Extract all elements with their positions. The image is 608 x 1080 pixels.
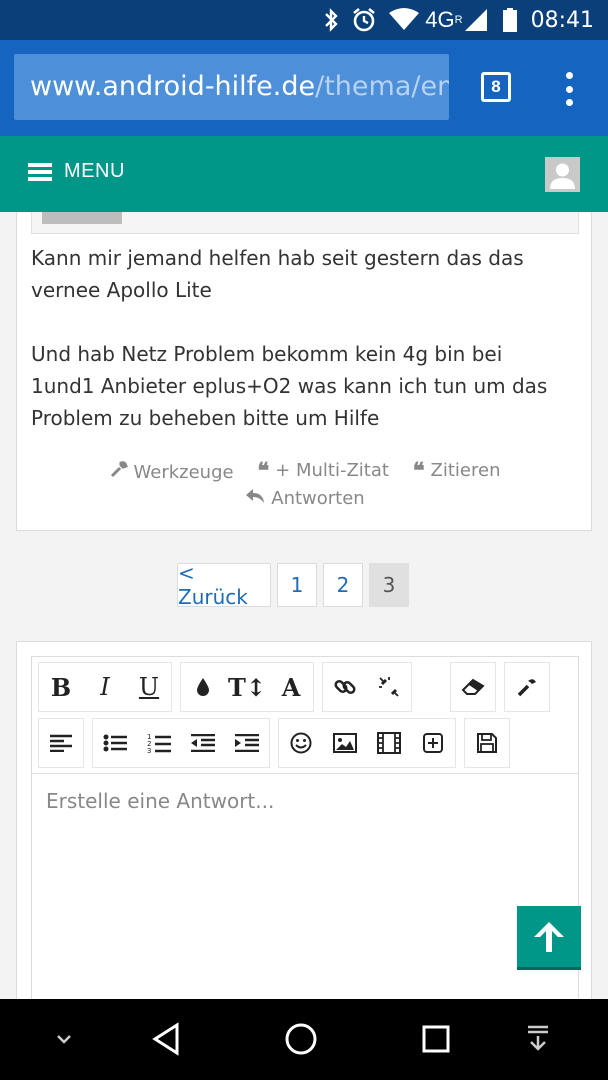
network-type: 4G R <box>425 7 463 32</box>
multi-quote-action[interactable]: ❝ + Multi-Zitat <box>257 458 389 484</box>
url-path: /thema/emp <box>315 71 449 102</box>
quote-icon: ❝ <box>257 458 270 484</box>
underline-button[interactable]: U <box>127 663 171 711</box>
home-icon[interactable] <box>281 1019 321 1059</box>
eraser-icon[interactable] <box>451 663 495 711</box>
arrow-up-icon <box>534 921 564 952</box>
signal-icon <box>464 9 487 31</box>
insert-icon[interactable] <box>411 719 455 767</box>
pagination: < Zurück 1 2 3 <box>177 561 415 609</box>
post-body: Kann mir jemand helfen hab seit gestern … <box>31 242 571 466</box>
battery-icon <box>502 8 517 32</box>
save-draft-icon[interactable] <box>465 719 509 767</box>
page-2-button[interactable]: 2 <box>323 563 363 607</box>
reply-icon <box>245 486 265 512</box>
numbered-list-icon[interactable]: 123 <box>137 719 181 767</box>
wrench-icon[interactable] <box>505 663 549 711</box>
navigation-bar <box>0 999 608 1080</box>
page-content: Kann mir jemand helfen hab seit gestern … <box>0 212 608 999</box>
font-family-button[interactable]: A <box>269 663 313 711</box>
tools-action[interactable]: Werkzeuge <box>110 460 234 486</box>
scroll-to-top-button[interactable] <box>517 906 581 970</box>
reply-editor: B I U T↕ A 1 2 3 Erstelle eine Antwort..… <box>31 656 579 999</box>
page-3-button[interactable]: 3 <box>369 563 409 607</box>
bullet-list-icon[interactable] <box>93 719 137 767</box>
text-color-icon[interactable] <box>181 663 225 711</box>
font-size-button[interactable]: T↕ <box>225 663 269 711</box>
page-1-button[interactable]: 1 <box>277 563 317 607</box>
hamburger-icon <box>28 162 52 181</box>
alarm-icon <box>351 7 377 33</box>
recents-icon[interactable] <box>416 1019 456 1059</box>
svg-text:3: 3 <box>147 747 151 753</box>
editor-toolbar-row-1: B I U T↕ A <box>38 662 558 712</box>
menu-label: MENU <box>64 160 125 182</box>
post-paragraph: Kann mir jemand helfen hab seit gestern … <box>31 246 524 302</box>
reply-input[interactable]: Erstelle eine Antwort... <box>46 789 274 813</box>
italic-button[interactable]: I <box>83 663 127 711</box>
chevron-down-icon[interactable] <box>44 1019 84 1059</box>
back-icon[interactable] <box>146 1019 186 1059</box>
post-paragraph: Und hab Netz Problem bekomm kein 4g bin … <box>31 342 548 430</box>
post-card: Kann mir jemand helfen hab seit gestern … <box>16 212 592 531</box>
post-header-strip <box>31 212 579 234</box>
align-left-icon[interactable] <box>39 719 83 767</box>
url-host: www.android-hilfe.de <box>30 71 316 102</box>
image-icon[interactable] <box>323 719 367 767</box>
post-actions: Werkzeuge ❝ + Multi-Zitat ❝ Zitieren Ant… <box>17 458 593 512</box>
reply-editor-card: B I U T↕ A 1 2 3 Erstelle eine Antwort..… <box>16 641 592 999</box>
clock: 08:41 <box>530 7 594 33</box>
quote-action[interactable]: ❝ Zitieren <box>413 458 501 484</box>
indent-icon[interactable] <box>225 719 269 767</box>
media-icon[interactable] <box>367 719 411 767</box>
smiley-icon[interactable] <box>279 719 323 767</box>
editor-toolbar-row-2: 123 <box>38 718 518 768</box>
overflow-menu-icon[interactable] <box>562 72 576 106</box>
status-bar: 4G R 08:41 <box>0 0 608 40</box>
link-icon[interactable] <box>323 663 367 711</box>
outdent-icon[interactable] <box>181 719 225 767</box>
notification-pull-icon[interactable] <box>518 1019 558 1059</box>
wifi-icon <box>389 8 420 32</box>
wrench-icon <box>110 460 128 486</box>
browser-toolbar: www.android-hilfe.de/thema/emp 8 <box>0 40 608 136</box>
menu-button[interactable]: MENU <box>28 160 125 183</box>
prev-page-button[interactable]: < Zurück <box>177 561 271 609</box>
url-bar[interactable]: www.android-hilfe.de/thema/emp <box>14 54 449 120</box>
tab-switcher-button[interactable]: 8 <box>481 72 511 102</box>
site-header: MENU <box>0 136 608 212</box>
bold-button[interactable]: B <box>39 663 83 711</box>
unlink-icon[interactable] <box>367 663 411 711</box>
bluetooth-icon <box>323 8 339 32</box>
quote-icon: ❝ <box>412 458 425 484</box>
reply-action[interactable]: Antworten <box>245 486 365 512</box>
user-avatar-icon[interactable] <box>545 157 580 192</box>
